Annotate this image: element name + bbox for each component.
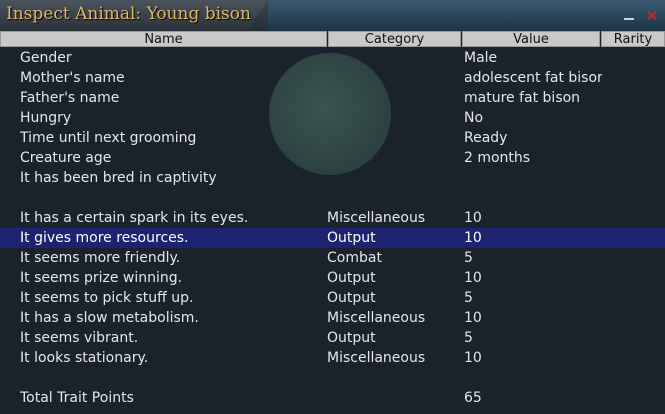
row-category-cell: Combat (327, 250, 382, 266)
table-row-selected[interactable]: It gives more resources. Output 10 (0, 228, 665, 248)
table-row[interactable]: Gender Male (0, 48, 665, 68)
table-row[interactable]: It has been bred in captivity (0, 168, 665, 188)
window-title: Inspect Animal: Young bison (6, 4, 251, 24)
table-row[interactable]: It has a certain spark in its eyes. Misce… (0, 208, 665, 228)
row-value-cell: 65 (464, 390, 482, 406)
table-row[interactable]: It seems more friendly. Combat 5 (0, 248, 665, 268)
row-name-cell: It looks stationary. (20, 350, 149, 366)
title-bar[interactable]: Inspect Animal: Young bison ✕ (0, 0, 665, 32)
row-value-cell: adolescent fat bisor (464, 70, 602, 86)
row-value-cell: No (464, 110, 484, 126)
table-row[interactable]: Father's name mature fat bison (0, 88, 665, 108)
row-value-cell: mature fat bison (464, 90, 581, 106)
column-header-name[interactable]: Name (0, 31, 327, 47)
row-category-cell: Output (327, 330, 376, 346)
row-category-cell: Miscellaneous (327, 350, 426, 366)
row-name-cell: Gender (20, 50, 72, 66)
row-name-cell: Creature age (20, 150, 112, 166)
row-value-cell: Ready (464, 130, 508, 146)
content-panel: Name Category Value Rarity Gender Male Mot… (0, 31, 665, 414)
row-value-cell: Male (464, 50, 498, 66)
table-row[interactable]: Creature age 2 months (0, 148, 665, 168)
title-bar-background (268, 0, 665, 31)
column-header-value[interactable]: Value (462, 31, 600, 47)
row-name-cell: It has a slow metabolism. (20, 310, 199, 326)
row-category-cell: Output (327, 290, 376, 306)
row-value-cell: 5 (464, 330, 473, 346)
table-row[interactable]: Total Trait Points 65 (0, 388, 665, 408)
minimize-icon[interactable] (622, 9, 636, 23)
row-name-cell: Father's name (20, 90, 120, 106)
close-icon[interactable]: ✕ (645, 9, 659, 24)
row-value-cell: 2 months (464, 150, 531, 166)
table-row[interactable]: Time until next grooming Ready (0, 128, 665, 148)
row-name-cell: Total Trait Points (20, 390, 134, 406)
row-name-cell: It seems to pick stuff up. (20, 290, 194, 306)
row-category-cell: Output (327, 270, 376, 286)
row-value-cell: 10 (464, 210, 482, 226)
table-row[interactable] (0, 368, 665, 388)
row-name-cell: It seems prize winning. (20, 270, 183, 286)
table-row[interactable]: It seems vibrant. Output 5 (0, 328, 665, 348)
table-header: Name Category Value Rarity (0, 31, 665, 48)
row-name-cell: Time until next grooming (20, 130, 197, 146)
row-value-cell: 10 (464, 350, 482, 366)
row-value-cell: 5 (464, 290, 473, 306)
inspect-animal-window: Inspect Animal: Young bison ✕ Name Categ… (0, 0, 665, 414)
column-header-category[interactable]: Category (328, 31, 461, 47)
column-header-rarity[interactable]: Rarity (601, 31, 665, 47)
table-row[interactable]: Mother's name adolescent fat bisor (0, 68, 665, 88)
row-name-cell: It has been bred in captivity (20, 170, 217, 186)
row-name-cell: Mother's name (20, 70, 125, 86)
row-category-cell: Miscellaneous (327, 210, 426, 226)
trait-table: Gender Male Mother's name adolescent fat bi… (0, 48, 665, 408)
table-row[interactable]: It has a slow metabolism. Miscellaneous 10 (0, 308, 665, 328)
row-value-cell: 10 (464, 310, 482, 326)
row-value-cell: 5 (464, 250, 473, 266)
table-row[interactable]: Hungry No (0, 108, 665, 128)
row-name-cell: It has a certain spark in its eyes. (20, 210, 249, 226)
table-row[interactable]: It looks stationary. Miscellaneous 10 (0, 348, 665, 368)
row-name-cell: It gives more resources. (20, 230, 189, 246)
table-row[interactable] (0, 188, 665, 208)
row-category-cell: Miscellaneous (327, 310, 426, 326)
row-value-cell: 10 (464, 270, 482, 286)
row-value-cell: 10 (464, 230, 482, 246)
row-name-cell: It seems vibrant. (20, 330, 139, 346)
table-row[interactable]: It seems to pick stuff up. Output 5 (0, 288, 665, 308)
row-category-cell: Output (327, 230, 376, 246)
row-name-cell: It seems more friendly. (20, 250, 181, 266)
table-row[interactable]: It seems prize winning. Output 10 (0, 268, 665, 288)
row-name-cell: Hungry (20, 110, 72, 126)
